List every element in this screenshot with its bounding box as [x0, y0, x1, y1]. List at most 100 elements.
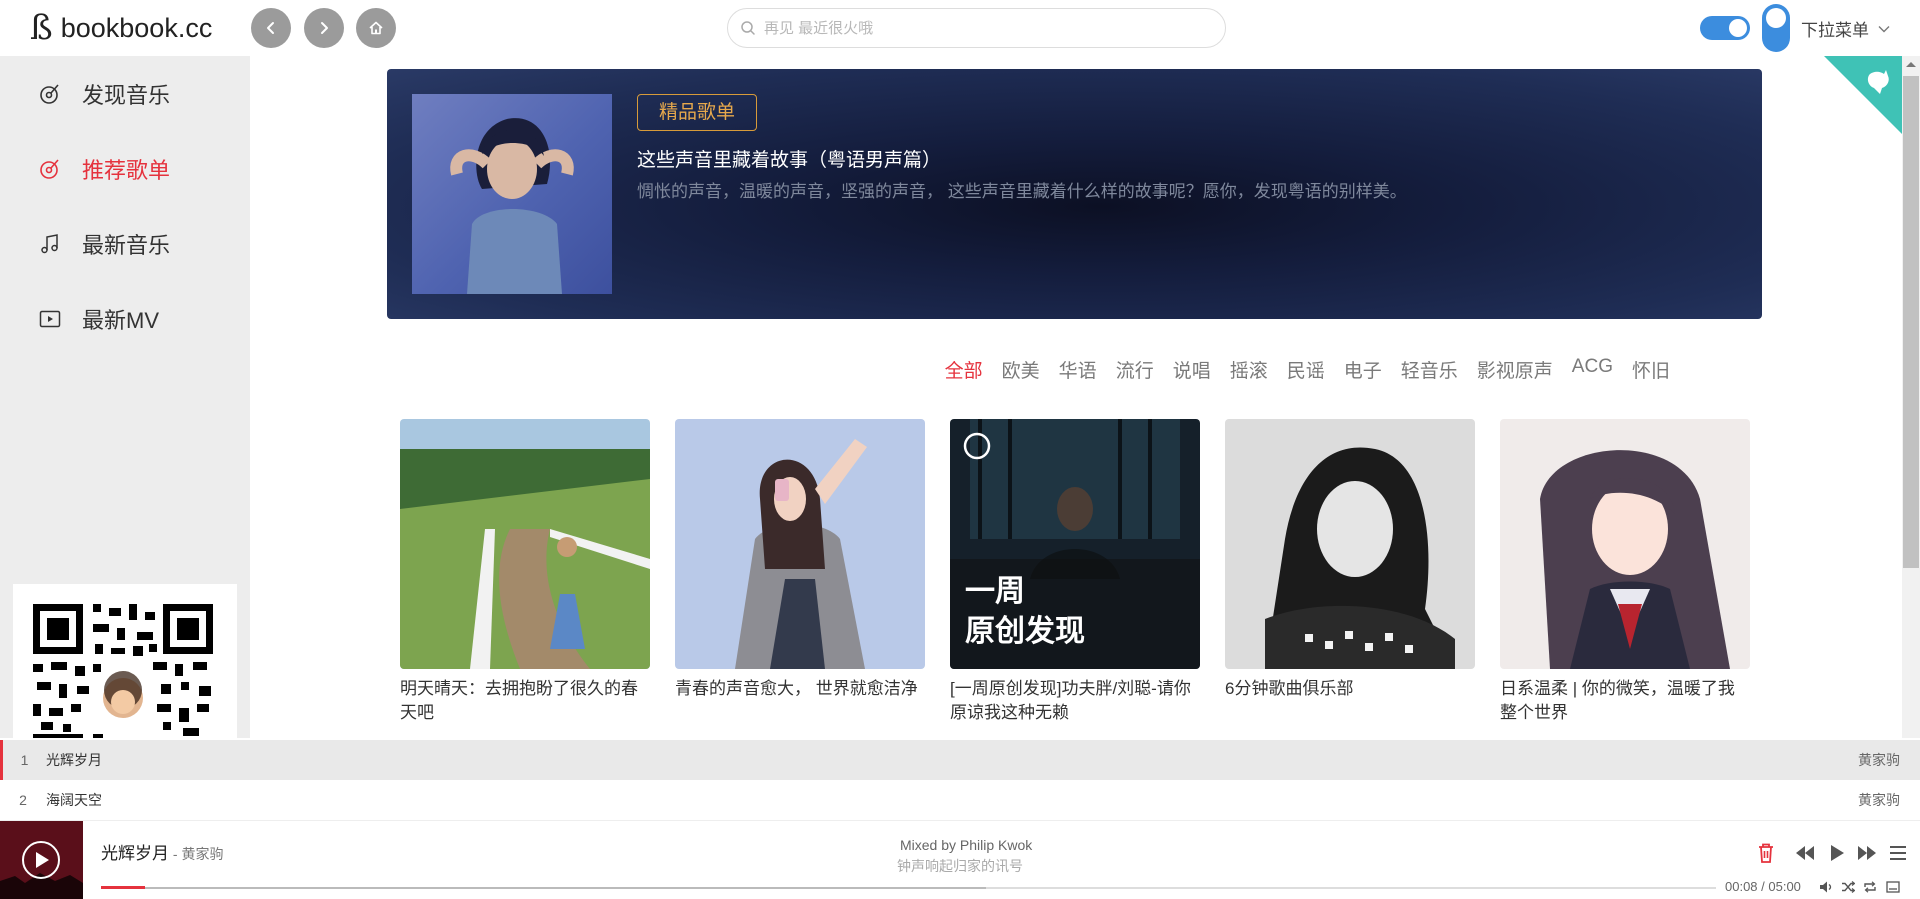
category-tab[interactable]: 影视原声 — [1477, 356, 1553, 383]
now-playing-cover[interactable] — [0, 821, 83, 899]
lyrics-icon — [1886, 881, 1900, 893]
now-playing-info: 光辉岁月 - 黄家驹 — [101, 839, 223, 864]
sidebar-item-playlists[interactable]: 推荐歌单 — [38, 151, 170, 187]
category-tab[interactable]: 摇滚 — [1230, 356, 1268, 383]
qr-code — [13, 584, 237, 738]
music-disc-icon — [40, 84, 59, 104]
playlist-title[interactable]: 6分钟歌曲俱乐部 — [1225, 677, 1475, 701]
playlist-cover[interactable] — [1500, 419, 1750, 669]
category-tab[interactable]: 流行 — [1116, 356, 1154, 383]
logo-icon: ß — [30, 8, 53, 48]
next-icon — [1858, 846, 1876, 860]
banner-tag[interactable]: 精品歌单 — [637, 94, 758, 131]
category-tab[interactable]: 说唱 — [1173, 356, 1211, 383]
banner-cover-image[interactable] — [412, 94, 612, 294]
previous-icon — [1796, 846, 1814, 860]
category-tab[interactable]: 怀旧 — [1632, 356, 1670, 383]
clear-queue-button[interactable] — [1754, 841, 1778, 865]
playlist-cover[interactable] — [1225, 419, 1475, 669]
home-button[interactable] — [356, 8, 396, 48]
play-icon — [1831, 845, 1844, 861]
playlist-card[interactable]: 青春的声音愈大， 世界就愈洁净 — [675, 419, 925, 725]
progress-buffered — [101, 887, 986, 889]
playlist-cover[interactable] — [675, 419, 925, 669]
qr-code-image — [33, 604, 213, 738]
now-playing-separator: - — [169, 846, 182, 862]
shuffle-button[interactable] — [1840, 879, 1856, 895]
sidebar-item-new-mv[interactable]: 最新MV — [38, 301, 159, 337]
queue-artist: 黄家驹 — [1858, 792, 1900, 808]
sidebar-item-discover[interactable]: 发现音乐 — [38, 76, 170, 112]
queue-row[interactable]: 2 海阔天空 黄家驹 — [0, 780, 1920, 820]
queue-song: 海阔天空 — [46, 792, 102, 808]
queue-song: 光辉岁月 — [46, 752, 102, 768]
now-playing-artist: 黄家驹 — [181, 846, 224, 862]
github-corner-icon[interactable] — [1824, 56, 1902, 134]
sidebar: 发现音乐 推荐歌单 最新音乐 最新MV — [0, 56, 250, 738]
queue-row[interactable]: 1 光辉岁月 黄家驹 — [0, 740, 1920, 780]
playlist-card[interactable]: 明天晴天：去拥抱盼了很久的春天吧 — [400, 419, 650, 725]
queue-index: 2 — [19, 792, 27, 808]
sidebar-item-label: 推荐歌单 — [82, 158, 171, 183]
playlist-card[interactable]: 6分钟歌曲俱乐部 — [1225, 419, 1475, 725]
play-button[interactable] — [1825, 841, 1849, 865]
music-note-icon — [41, 234, 58, 254]
banner-title[interactable]: 这些声音里藏着故事（粤语男声篇） — [637, 145, 941, 172]
now-playing-title: 光辉岁月 — [101, 844, 169, 863]
category-tab[interactable]: ACG — [1572, 356, 1613, 383]
playlist-title[interactable]: 日系温柔 | 你的微笑，温暖了我整个世界 — [1500, 677, 1750, 725]
logo[interactable]: ß bookbook.cc — [30, 8, 212, 48]
playlist-card[interactable]: 日系温柔 | 你的微笑，温暖了我整个世界 — [1500, 419, 1750, 725]
menu-button[interactable] — [1886, 841, 1910, 865]
video-play-icon — [39, 310, 61, 328]
top-bar: ß bookbook.cc 下拉菜单 — [0, 0, 1920, 56]
volume-icon — [1820, 881, 1832, 893]
category-tab[interactable]: 电子 — [1344, 356, 1382, 383]
queue-index: 1 — [20, 752, 29, 768]
lyric-current: Mixed by Philip Kwok — [900, 837, 1033, 853]
playlist-title[interactable]: [一周原创发现]功夫胖/刘聪-请你原谅我这种无赖 — [950, 677, 1200, 725]
back-button[interactable] — [251, 8, 291, 48]
sidebar-item-new-songs[interactable]: 最新音乐 — [38, 226, 170, 262]
dropdown-menu[interactable]: 下拉菜单 — [1801, 16, 1891, 41]
logo-text: bookbook.cc — [60, 13, 213, 43]
category-tab[interactable]: 欧美 — [1002, 356, 1040, 383]
playlist-title[interactable]: 明天晴天：去拥抱盼了很久的春天吧 — [400, 677, 650, 725]
playlist-card[interactable]: 一周 原创发现 [一周原创发现]功夫胖/刘聪-请你原谅我这种无赖 — [950, 419, 1200, 725]
music-disc-icon — [40, 159, 59, 179]
lyric-next: 钟声响起归家的讯号 — [897, 858, 1023, 874]
playlist-cover[interactable] — [400, 419, 650, 669]
scrollbar-thumb[interactable] — [1903, 76, 1919, 568]
progress-played[interactable] — [101, 886, 145, 889]
search-input[interactable] — [764, 19, 1204, 37]
next-button[interactable] — [1855, 841, 1879, 865]
vertical-toggle[interactable] — [1762, 4, 1790, 52]
playlist-cover[interactable]: 一周 原创发现 — [950, 419, 1200, 669]
menu-icon — [1890, 846, 1906, 860]
chevron-left-icon — [267, 22, 274, 34]
category-tab[interactable]: 全部 — [945, 356, 983, 383]
volume-button[interactable] — [1818, 879, 1834, 895]
playback-time: 00:08 / 05:00 — [1725, 879, 1801, 894]
music-player: 光辉岁月 - 黄家驹 Mixed by Philip Kwok 钟声响起归家的讯… — [0, 820, 1920, 899]
chevron-down-icon — [1878, 25, 1890, 32]
sidebar-item-label: 最新音乐 — [82, 233, 171, 258]
category-tab[interactable]: 民谣 — [1287, 356, 1325, 383]
featured-playlist-banner[interactable]: 精品歌单 这些声音里藏着故事（粤语男声篇） 惆怅的声音，温暖的声音，坚强的声音，… — [387, 69, 1762, 319]
previous-button[interactable] — [1793, 841, 1817, 865]
shuffle-icon — [1842, 881, 1855, 893]
category-tab[interactable]: 轻音乐 — [1401, 356, 1458, 383]
category-tab[interactable]: 华语 — [1059, 356, 1097, 383]
search-box[interactable] — [727, 8, 1226, 48]
trash-icon — [1759, 843, 1773, 863]
repeat-button[interactable] — [1862, 879, 1878, 895]
category-filter: 全部 欧美 华语 流行 说唱 摇滚 民谣 电子 轻音乐 影视原声 ACG 怀旧 — [926, 356, 1670, 383]
forward-button[interactable] — [304, 8, 344, 48]
lyrics-button[interactable] — [1885, 879, 1901, 895]
search-icon — [741, 21, 755, 35]
scroll-up-arrow[interactable] — [1906, 62, 1916, 67]
playlist-title[interactable]: 青春的声音愈大， 世界就愈洁净 — [675, 677, 925, 701]
playlist-grid: 明天晴天：去拥抱盼了很久的春天吧 青春的声音愈大， 世界就愈洁净 一周 原创发现… — [400, 419, 1750, 725]
home-icon — [369, 21, 383, 35]
theme-toggle[interactable] — [1700, 16, 1750, 40]
